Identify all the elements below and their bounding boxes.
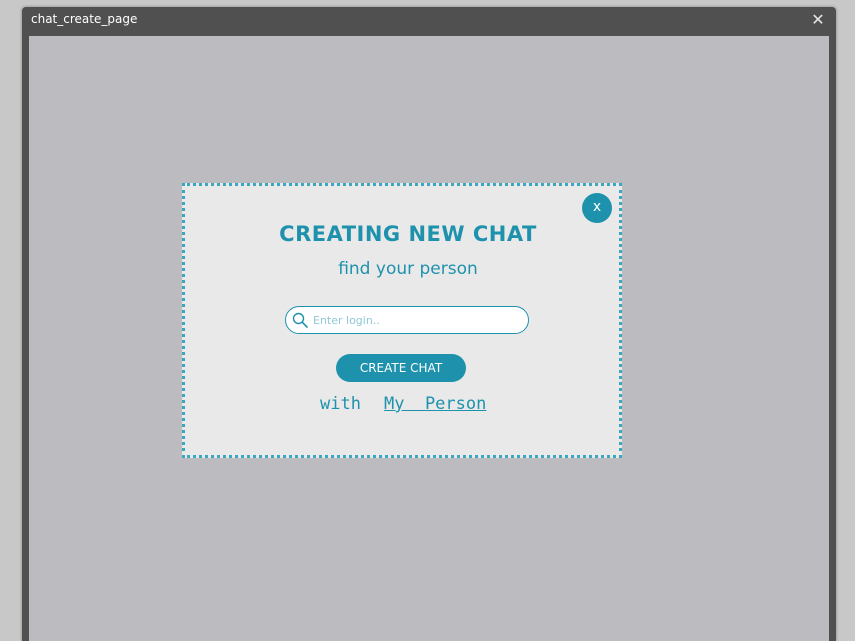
client-area: x CREATING NEW CHAT find your person CRE… [29,36,829,641]
login-search-input[interactable] [313,310,518,330]
search-box[interactable] [285,306,529,334]
create-chat-dialog: x CREATING NEW CHAT find your person CRE… [182,183,622,458]
title-bar[interactable]: chat_create_page ✕ [22,7,836,36]
with-label: with [320,394,361,414]
selected-person-link[interactable]: My Person [384,394,486,414]
app-window: chat_create_page ✕ x CREATING NEW CHAT f… [22,7,836,641]
dialog-subtitle: find your person [338,259,478,279]
dialog-title: CREATING NEW CHAT [279,222,537,246]
search-icon [292,312,308,328]
create-chat-button[interactable]: CREATE CHAT [336,354,466,382]
window-title: chat_create_page [31,12,138,26]
dialog-close-button[interactable]: x [582,193,612,223]
close-window-icon[interactable]: ✕ [809,11,827,29]
